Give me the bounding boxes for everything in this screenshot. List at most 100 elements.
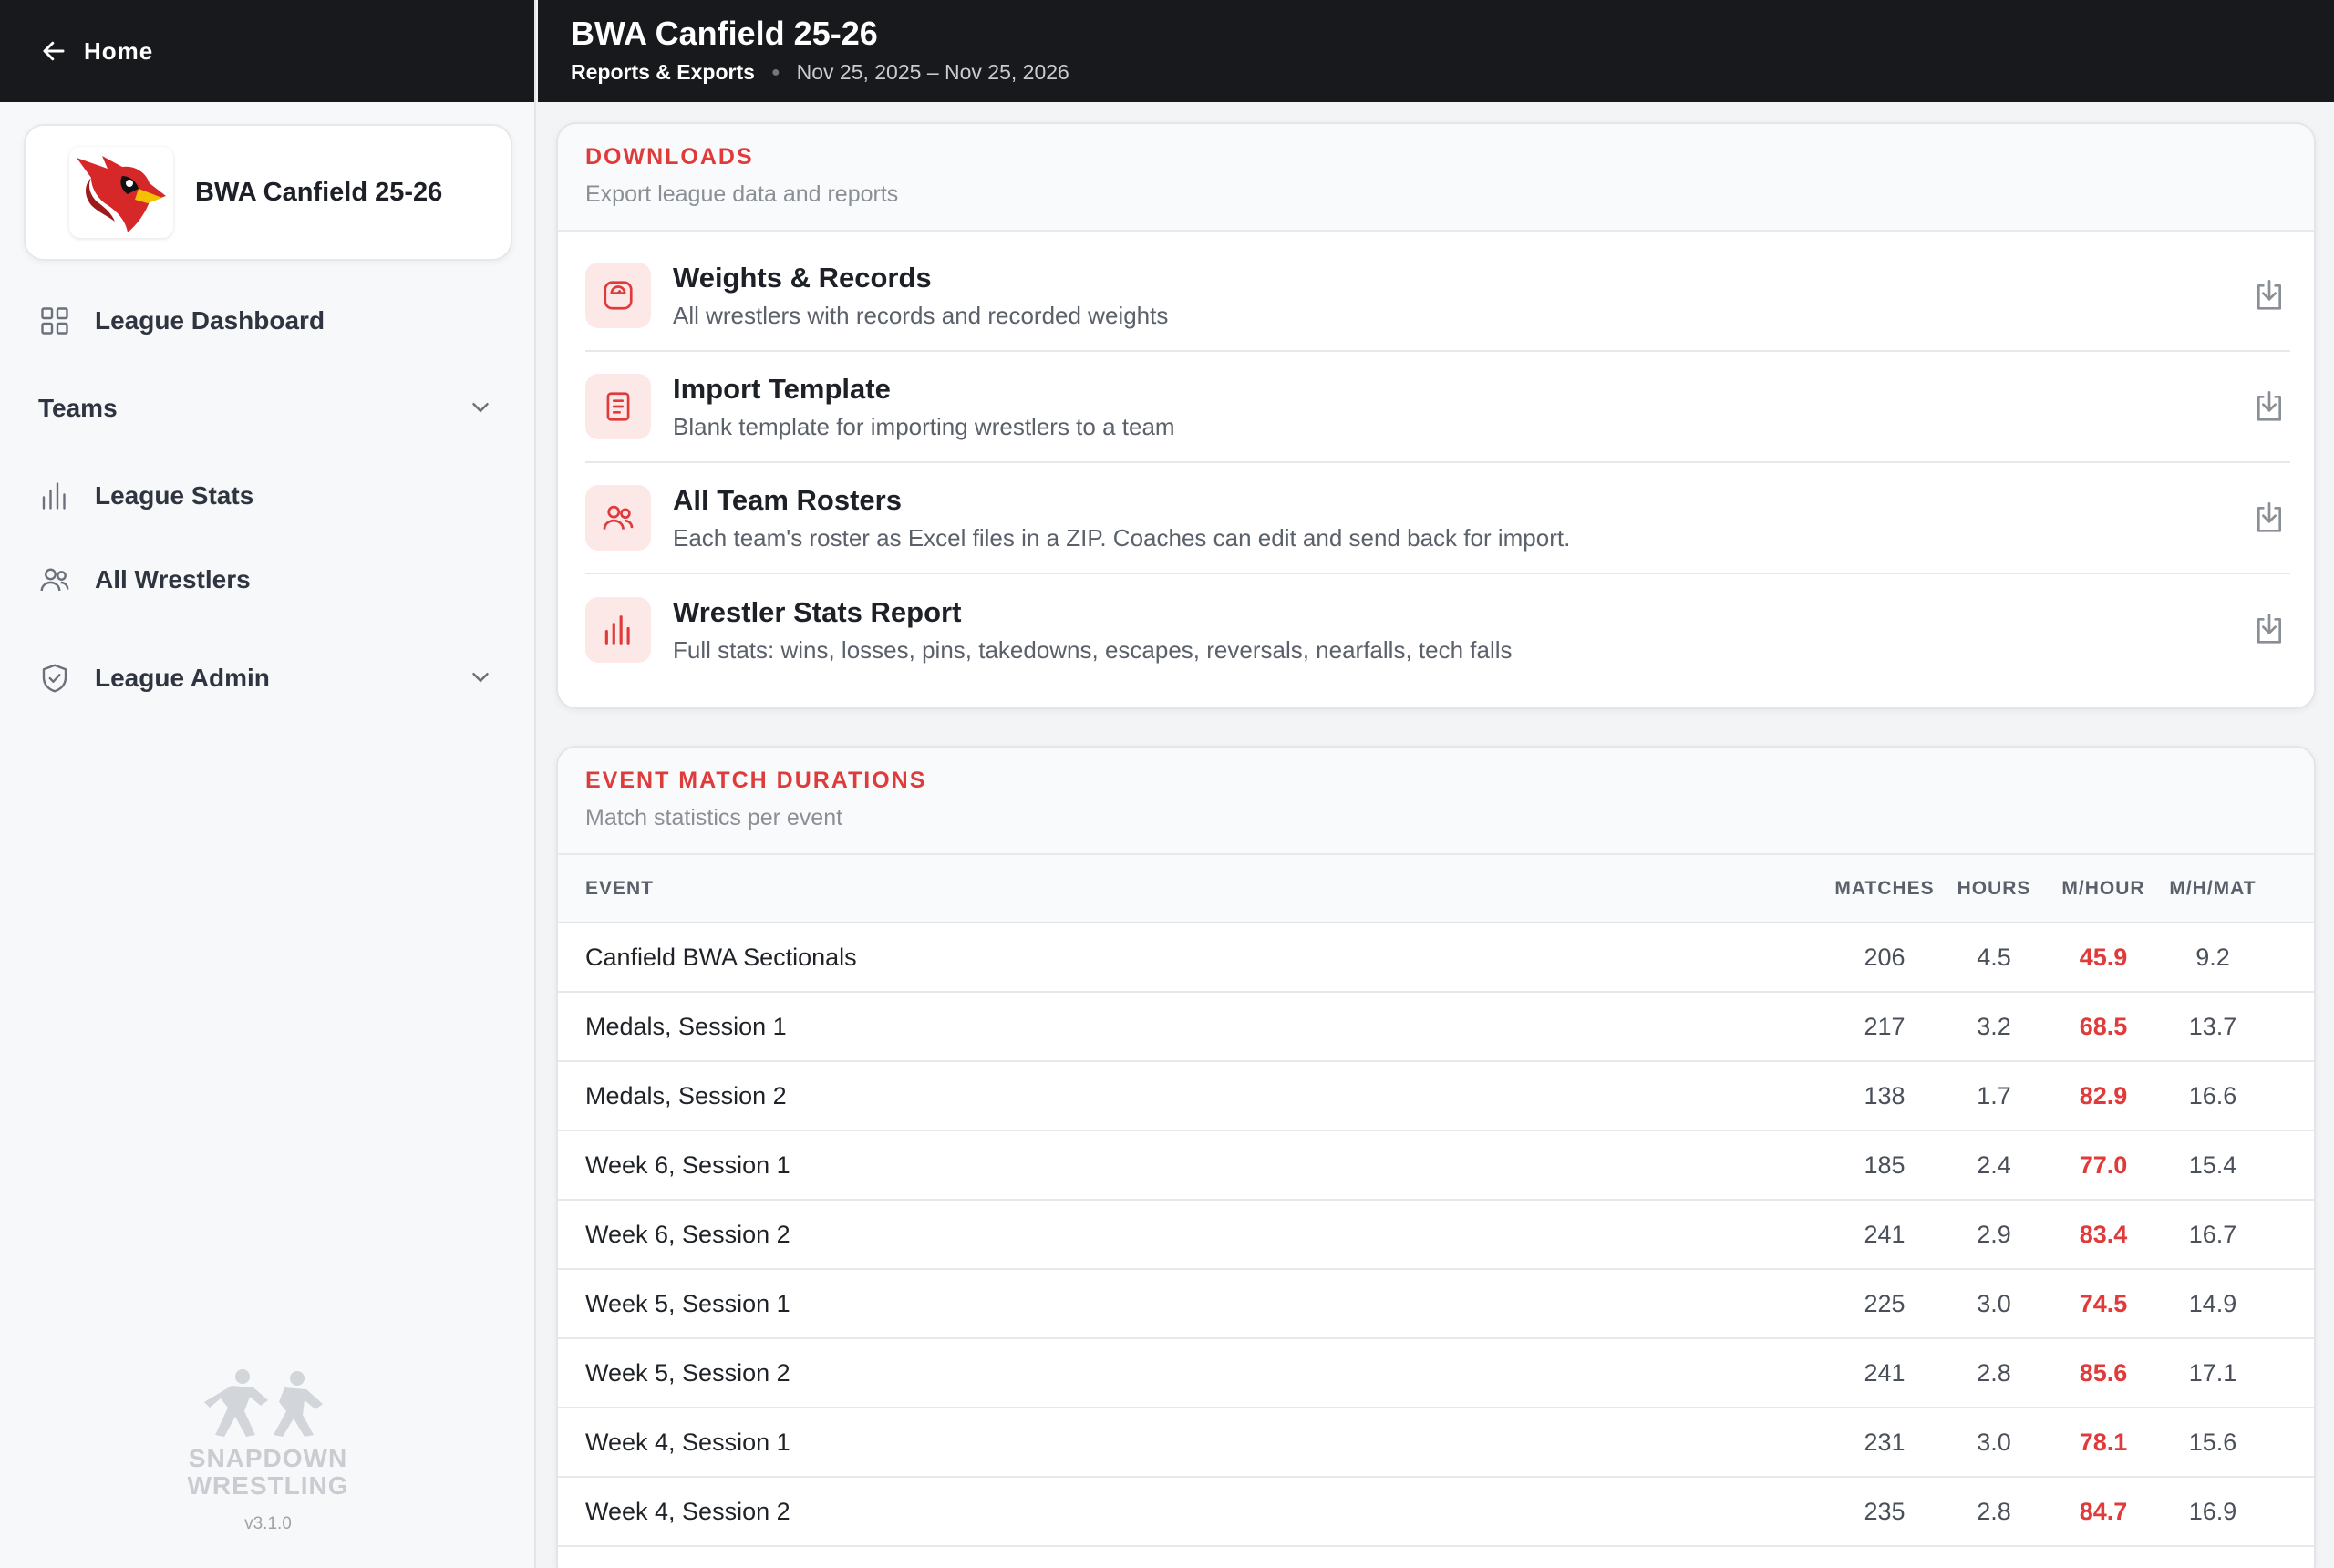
date-range: Nov 25, 2025 – Nov 25, 2026 [796,60,1069,84]
separator-dot: ● [770,64,780,80]
table-row[interactable]: Medals, Session 2 138 1.7 82.9 16.6 [558,1061,2314,1130]
sidebar-item-league-dashboard[interactable]: League Dashboard [36,303,325,339]
brand-name-line2: WRESTLING [187,1471,349,1500]
matches-per-hour-cell: 68.5 [2079,1012,2128,1040]
league-logo [69,147,173,238]
row-spacer-cell [2263,1269,2314,1338]
table-row[interactable]: Week 5, Session 1 225 3.0 74.5 14.9 [558,1269,2314,1338]
matches-cell: 225 [1864,1289,1905,1317]
row-spacer-cell [2263,1338,2314,1408]
card-title: DOWNLOADS [585,144,754,170]
matches-cell: 241 [1864,1358,1905,1387]
grid-icon [36,303,73,339]
column-header-m-h-mat[interactable]: M/H/MAT [2163,855,2263,923]
hours-cell: 3.0 [1977,1428,2011,1456]
matches-cell: 138 [1864,1081,1905,1109]
download-button[interactable] [2248,498,2290,540]
event-name-cell: Week 6, Session 1 [585,1150,790,1179]
download-button[interactable] [2248,387,2290,428]
event-name-cell: Medals, Session 1 [585,1012,787,1040]
event-name-cell: Week 4, Session 1 [585,1428,790,1456]
column-header-matches[interactable]: MATCHES [1825,855,1944,923]
page-title: BWA Canfield 25-26 [571,15,878,52]
users-icon [36,562,73,598]
sidebar-item-label: League Stats [95,481,254,510]
event-name-cell: Medals, Session 2 [585,1081,787,1109]
table-row[interactable]: Week 4, Session 2 235 2.8 84.7 16.9 [558,1477,2314,1546]
matches-per-hour-per-mat-cell: 17.1 [2188,1358,2237,1387]
download-item-all-team-rosters[interactable]: All Team Rosters Each team's roster as E… [585,463,2290,574]
matches-per-hour-cell: 82.9 [2079,1081,2128,1109]
league-name: BWA Canfield 25-26 [195,177,443,207]
hours-cell: 2.4 [1977,1150,2011,1179]
download-description: Blank template for importing wrestlers t… [673,412,1175,440]
table-row[interactable]: Week 6, Session 2 241 2.9 83.4 16.7 [558,1200,2314,1269]
sidebar-item-label: All Wrestlers [95,565,251,593]
cardinal-logo-icon [77,156,166,232]
download-button[interactable] [2248,275,2290,317]
download-button[interactable] [2248,609,2290,651]
matches-per-hour-cell: 74.5 [2079,1289,2128,1317]
download-description: Each team's roster as Excel files in a Z… [673,523,1571,552]
home-label: Home [84,36,154,65]
brand-logo: SNAPDOWN WRESTLING v3.1.0 [0,1367,536,1534]
sidebar-section-teams[interactable]: Teams [38,394,118,423]
matches-cell: 217 [1864,1012,1905,1040]
chevron-down-icon[interactable] [467,394,494,421]
breadcrumb: Reports & Exports ● Nov 25, 2025 – Nov 2… [571,60,1069,85]
column-header-event[interactable]: EVENT [558,855,1825,923]
event-name-cell: Canfield BWA Sectionals [585,943,857,971]
download-title: Wrestler Stats Report [673,595,962,628]
matches-per-hour-per-mat-cell: 15.6 [2188,1428,2237,1456]
matches-cell: 235 [1864,1497,1905,1525]
table-row[interactable]: Week 5, Session 2 241 2.8 85.6 17.1 [558,1338,2314,1408]
matches-per-hour-per-mat-cell: 16.9 [2188,1497,2237,1525]
shield-check-icon [36,660,73,696]
home-button[interactable]: Home [0,0,534,102]
sidebar-item-all-wrestlers[interactable]: All Wrestlers [36,562,251,598]
column-header-hours[interactable]: HOURS [1944,855,2044,923]
hours-cell: 2.9 [1977,1220,2011,1248]
table-row[interactable]: Week 6, Session 1 185 2.4 77.0 15.4 [558,1130,2314,1200]
matches-per-hour-per-mat-cell: 15.4 [2188,1150,2237,1179]
league-card[interactable]: BWA Canfield 25-26 [24,124,512,261]
download-item-wrestler-stats-report[interactable]: Wrestler Stats Report Full stats: wins, … [585,574,2290,686]
hours-cell: 4.5 [1977,943,2011,971]
durations-table: EVENT MATCHES HOURS M/HOUR M/H/MAT Canfi… [558,855,2314,1547]
card-title: EVENT MATCH DURATIONS [585,768,927,793]
download-icon [2257,280,2281,310]
chevron-down-icon[interactable] [467,664,494,691]
sidebar-section-label: Teams [38,394,118,422]
table-row[interactable]: Week 4, Session 1 231 3.0 78.1 15.6 [558,1408,2314,1477]
download-title: Weights & Records [673,261,932,294]
download-item-import-template[interactable]: Import Template Blank template for impor… [585,352,2290,463]
sidebar-item-league-admin[interactable]: League Admin [36,660,270,696]
bar-chart-icon [36,478,73,514]
matches-per-hour-cell: 78.1 [2079,1428,2128,1456]
table-row[interactable]: Canfield BWA Sectionals 206 4.5 45.9 9.2 [558,923,2314,992]
matches-cell: 185 [1864,1150,1905,1179]
wrestlers-logo-icon [204,1369,323,1437]
download-icon [2257,502,2281,532]
download-item-weights-records[interactable]: Weights & Records All wrestlers with rec… [585,241,2290,352]
row-spacer-cell [2263,1200,2314,1269]
download-description: Full stats: wins, losses, pins, takedown… [673,635,1513,664]
matches-per-hour-per-mat-cell: 13.7 [2188,1012,2237,1040]
column-header-m-hour[interactable]: M/HOUR [2044,855,2163,923]
matches-per-hour-per-mat-cell: 16.7 [2188,1220,2237,1248]
matches-per-hour-per-mat-cell: 9.2 [2195,943,2230,971]
row-spacer-cell [2263,923,2314,992]
event-durations-card: EVENT MATCH DURATIONS Match statistics p… [556,746,2316,1568]
card-header: EVENT MATCH DURATIONS Match statistics p… [558,748,2314,855]
download-icon [2257,391,2281,421]
table-row[interactable]: Medals, Session 1 217 3.2 68.5 13.7 [558,992,2314,1061]
row-spacer-cell [2263,1408,2314,1477]
hours-cell: 2.8 [1977,1358,2011,1387]
bar-chart-icon [585,597,651,663]
matches-cell: 241 [1864,1220,1905,1248]
hours-cell: 3.0 [1977,1289,2011,1317]
sidebar-item-league-stats[interactable]: League Stats [36,478,253,514]
matches-cell: 231 [1864,1428,1905,1456]
row-spacer-cell [2263,1061,2314,1130]
download-icon [2257,614,2281,644]
